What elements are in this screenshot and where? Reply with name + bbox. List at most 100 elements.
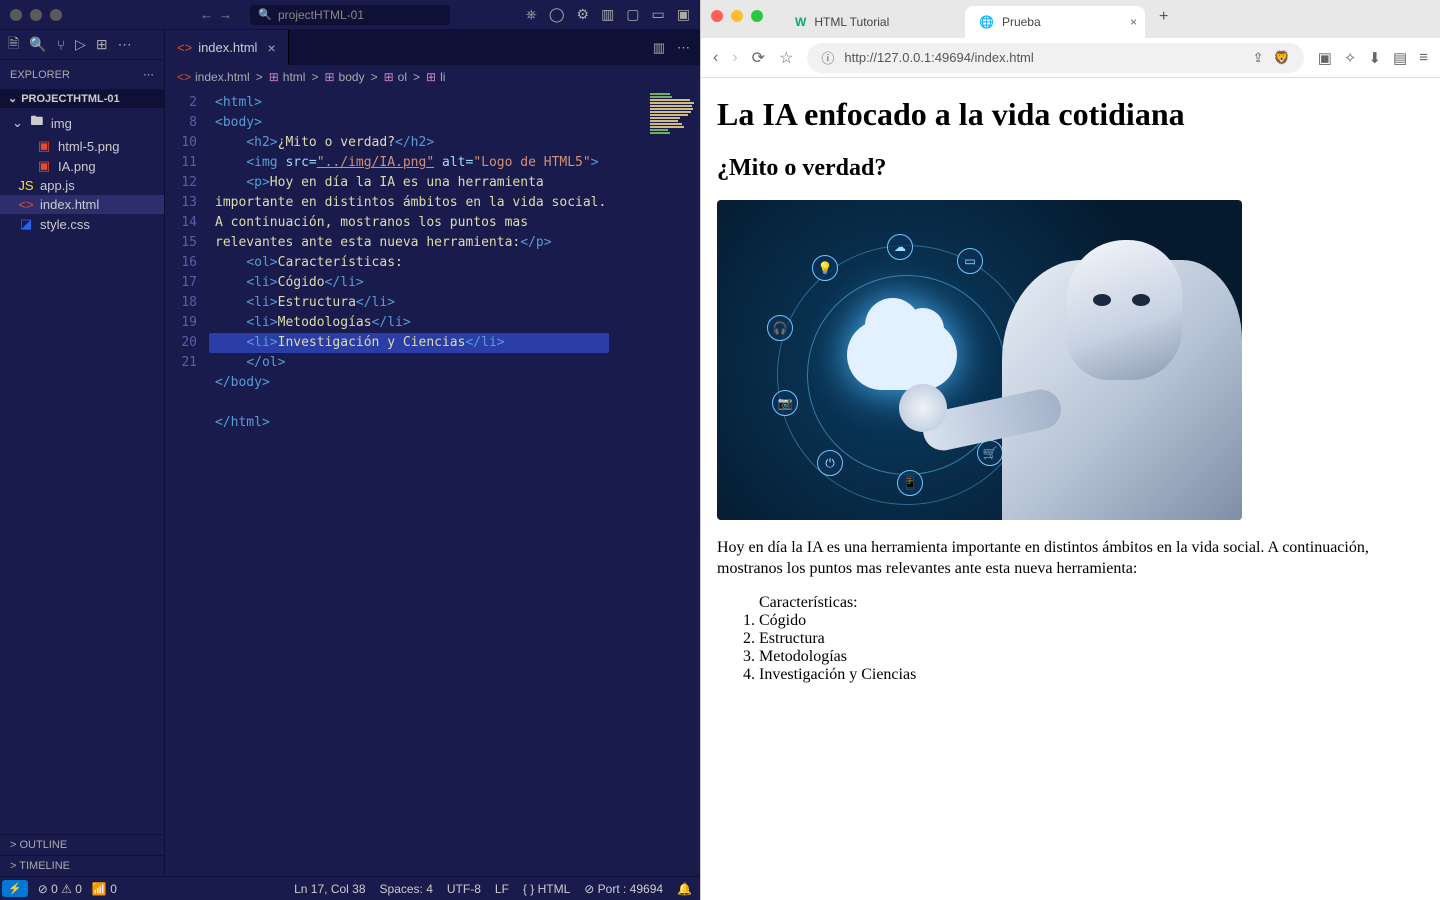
bookmark-icon[interactable]: ☆ — [779, 48, 793, 68]
language-mode[interactable]: { } HTML — [523, 882, 570, 896]
image-file-icon: ▣ — [36, 158, 52, 174]
line-gutter: 2810 1112 1314 151617 181920 21 — [165, 89, 209, 373]
layout-panel-icon[interactable]: ▢ — [626, 6, 639, 23]
layout-sidebar-icon[interactable]: ▥ — [601, 6, 614, 23]
notifications-icon[interactable]: 🔔 — [677, 882, 692, 896]
remote-indicator-icon[interactable]: ⚡ — [2, 880, 28, 897]
new-tab-button[interactable]: + — [1149, 8, 1178, 26]
close-tab-icon[interactable]: × — [267, 40, 275, 56]
explorer-icon[interactable]: 🗎 — [8, 33, 19, 57]
sidebar: 🗎 🔍 ⑂ ▷ ⊞ ⋯ EXPLORER ⋯ ⌄PROJECTHTML-01 ⌄… — [0, 30, 165, 876]
folder-icon: 🖿 — [29, 112, 45, 134]
layout-icon[interactable]: ▣ — [677, 6, 690, 23]
close-tab-icon[interactable]: × — [1130, 15, 1137, 29]
outline-section[interactable]: > OUTLINE — [0, 834, 164, 855]
share-icon[interactable]: ⇪ — [1253, 50, 1264, 66]
html-file-icon: <> — [177, 40, 192, 55]
nav-arrows: ← → — [200, 7, 232, 22]
html-file-icon: <> — [18, 197, 34, 212]
site-info-icon[interactable]: ⓘ — [821, 48, 834, 67]
eol-setting[interactable]: LF — [495, 882, 509, 896]
list-item: Investigación y Ciencias — [759, 666, 1424, 684]
breadcrumb[interactable]: <> index.html > ⊞ html > ⊞ body > ⊞ ol >… — [165, 65, 700, 89]
list-item: Estructura — [759, 630, 1424, 648]
file-index-html[interactable]: <> index.html — [0, 195, 164, 214]
pip-icon[interactable]: ▣ — [1318, 49, 1332, 67]
folder-img[interactable]: ⌄ 🖿 img — [0, 110, 164, 136]
account-icon[interactable]: ◯ — [549, 6, 565, 23]
status-bar: ⚡ ⊘ 0 ⚠ 0 📶 0 Ln 17, Col 38 Spaces: 4 UT… — [0, 876, 700, 900]
cursor-position[interactable]: Ln 17, Col 38 — [294, 882, 365, 896]
live-server-port[interactable]: ⊘ Port : 49694 — [584, 882, 663, 896]
minimize-window-icon[interactable] — [30, 9, 42, 21]
downloads-icon[interactable]: ⬇ — [1368, 49, 1381, 67]
css-file-icon: ◪ — [18, 216, 34, 232]
close-window-icon[interactable] — [10, 9, 22, 21]
file-app-js[interactable]: JS app.js — [0, 176, 164, 195]
globe-favicon-icon: 🌐 — [979, 15, 994, 29]
file-tree: ⌄ 🖿 img ▣ html-5.png ▣ IA.png JS app.js — [0, 108, 164, 236]
image-file-icon: ▣ — [36, 138, 52, 154]
brave-shields-icon[interactable]: 🦁 — [1274, 50, 1290, 66]
tab-index-html[interactable]: <> index.html × — [165, 30, 289, 65]
minimap[interactable] — [650, 93, 696, 233]
errors-indicator[interactable]: ⊘ 0 ⚠ 0 — [38, 882, 82, 896]
explorer-more-icon[interactable]: ⋯ — [143, 68, 154, 81]
forward-button-icon[interactable]: › — [732, 49, 737, 67]
back-button-icon[interactable]: ‹ — [713, 49, 718, 67]
file-ia-png[interactable]: ▣ IA.png — [0, 156, 164, 176]
page-subtitle: ¿Mito o verdad? — [717, 155, 1424, 182]
intro-paragraph: Hoy en día la IA es una herramienta impo… — [717, 538, 1424, 580]
split-editor-icon[interactable]: ▥ — [653, 40, 665, 56]
search-icon[interactable]: 🔍 — [29, 36, 46, 53]
features-list: Cógido Estructura Metodologías Investiga… — [717, 612, 1424, 684]
chevron-down-icon: ⌄ — [12, 115, 23, 131]
ai-hero-image: ☁ ▭ ✉ ⚙ 🛒 📱 ⏻ 📷 🎧 💡 — [717, 200, 1242, 520]
browser-toolbar: ‹ › ⟳ ☆ ⓘ http://127.0.0.1:49694/index.h… — [701, 38, 1440, 78]
browser-close-icon[interactable] — [711, 10, 723, 22]
layout-secondary-icon[interactable]: ▭ — [652, 6, 665, 23]
source-control-icon[interactable]: ⑂ — [57, 37, 65, 53]
radio-indicator[interactable]: 📶 0 — [92, 882, 117, 896]
browser-window: W HTML Tutorial 🌐 Prueba × + ‹ › ⟳ ☆ ⓘ h… — [700, 0, 1440, 900]
vscode-window: ← → projectHTML-01 ⎈ ◯ ⚙ ▥ ▢ ▭ ▣ 🗎 🔍 ⑂ ▷… — [0, 0, 700, 900]
editor-tabs: <> index.html × ▥ ⋯ — [165, 30, 700, 65]
timeline-section[interactable]: > TIMELINE — [0, 855, 164, 876]
browser-tab-prueba[interactable]: 🌐 Prueba × — [965, 6, 1145, 38]
indent-setting[interactable]: Spaces: 4 — [380, 882, 433, 896]
list-label: Características: — [759, 594, 1424, 612]
reload-button-icon[interactable]: ⟳ — [752, 48, 765, 68]
list-item: Cógido — [759, 612, 1424, 630]
extensions-icon[interactable]: ⊞ — [96, 36, 108, 53]
page-title: La IA enfocado a la vida cotidiana — [717, 96, 1424, 133]
menu-icon[interactable]: ≡ — [1419, 49, 1428, 67]
address-bar[interactable]: ⓘ http://127.0.0.1:49694/index.html ⇪ 🦁 — [807, 43, 1303, 73]
file-style-css[interactable]: ◪ style.css — [0, 214, 164, 234]
list-item: Metodologías — [759, 648, 1424, 666]
settings-gear-icon[interactable]: ⚙ — [577, 6, 590, 23]
file-html5-png[interactable]: ▣ html-5.png — [0, 136, 164, 156]
browser-minimize-icon[interactable] — [731, 10, 743, 22]
extensions-icon[interactable]: ✧ — [1344, 49, 1357, 67]
forward-icon[interactable]: → — [219, 7, 232, 22]
rendered-page: La IA enfocado a la vida cotidiana ¿Mito… — [701, 78, 1440, 900]
more-actions-icon[interactable]: ⋯ — [677, 40, 690, 56]
js-file-icon: JS — [18, 178, 34, 193]
project-header[interactable]: ⌄PROJECTHTML-01 — [0, 89, 164, 108]
encoding-setting[interactable]: UTF-8 — [447, 882, 481, 896]
copilot-icon[interactable]: ⎈ — [526, 6, 537, 23]
code-content[interactable]: <html> <body> <h2>¿Mito o verdad?</h2> <… — [209, 89, 700, 433]
back-icon[interactable]: ← — [200, 7, 213, 22]
browser-tab-html-tutorial[interactable]: W HTML Tutorial — [781, 6, 961, 38]
code-editor[interactable]: 2810 1112 1314 151617 181920 21 <html> <… — [165, 89, 700, 876]
more-icon[interactable]: ⋯ — [118, 36, 132, 53]
titlebar: ← → projectHTML-01 ⎈ ◯ ⚙ ▥ ▢ ▭ ▣ — [0, 0, 700, 30]
command-search[interactable]: projectHTML-01 — [250, 5, 450, 25]
maximize-window-icon[interactable] — [50, 9, 62, 21]
explorer-label: EXPLORER — [10, 69, 70, 81]
debug-icon[interactable]: ▷ — [75, 36, 86, 53]
editor: <> index.html × ▥ ⋯ <> index.html > ⊞ ht… — [165, 30, 700, 876]
wallet-icon[interactable]: ▤ — [1393, 49, 1407, 67]
browser-maximize-icon[interactable] — [751, 10, 763, 22]
w3-favicon-icon: W — [795, 15, 806, 29]
